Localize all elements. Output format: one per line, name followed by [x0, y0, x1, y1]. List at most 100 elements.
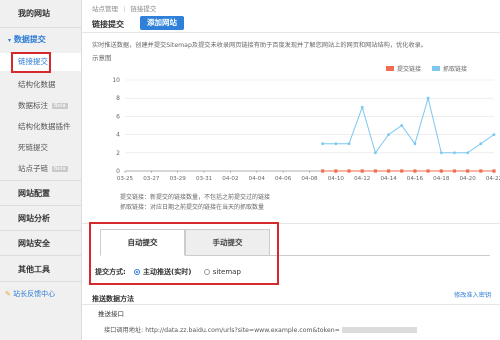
x-tick-label: 04-02 [222, 176, 238, 182]
x-tick-label: 04-12 [354, 176, 370, 182]
series-submitted-point [492, 169, 496, 173]
series-crawled-point [334, 142, 338, 146]
x-tick-label: 04-14 [380, 176, 397, 182]
legend-swatch-crawled [432, 66, 440, 71]
sidebar-item-site-config[interactable]: 网站配置 [0, 188, 81, 199]
series-submitted-point [466, 169, 470, 173]
y-tick-label: 8 [116, 95, 120, 102]
x-tick-label: 04-18 [433, 176, 450, 182]
series-crawled-point [387, 133, 390, 136]
tab-baseline [270, 255, 490, 256]
series-submitted-point [439, 169, 443, 173]
sidebar-item-site-analysis[interactable]: 网站分析 [0, 213, 81, 224]
x-tick-label: 04-20 [460, 176, 477, 182]
sidebar-label: 数据提交 [13, 35, 46, 44]
sidebar: 我的网站 ▾ 数据提交 链接提交 结构化数据 数据标注 Beta 结构化数据插件 … [0, 0, 82, 340]
x-tick-label: 03-27 [143, 176, 160, 182]
breadcrumb-separator: | [123, 5, 126, 13]
sidebar-item-other-tools[interactable]: 其他工具 [0, 264, 81, 275]
api-url-value[interactable]: http://data.zz.baidu.com/urls?site=www.e… [145, 327, 340, 334]
page-title: 链接提交 [92, 20, 124, 29]
sidebar-item-data-annotation[interactable]: 数据标注 Beta [0, 100, 81, 111]
highlight-box-sidebar [11, 52, 51, 73]
modify-key-link[interactable]: 修改准入密钥 [454, 290, 491, 299]
highlight-box-tabs [89, 222, 279, 285]
sidebar-item-data-submit[interactable]: ▾ 数据提交 [0, 34, 81, 45]
y-tick-label: 2 [116, 150, 120, 157]
series-crawled-point [466, 151, 470, 155]
legend-swatch-submitted [386, 66, 394, 71]
sidebar-item-dead-link[interactable]: 死链提交 [0, 142, 81, 153]
sidebar-divider [0, 205, 81, 206]
x-tick-label: 04-22 [486, 176, 500, 182]
sidebar-item-site-security[interactable]: 网站安全 [0, 238, 81, 249]
breadcrumb-current: 链接提交 [130, 5, 157, 13]
series-crawled-point [426, 96, 430, 100]
api-url-label: 接口调用地址: [104, 327, 144, 334]
sidebar-label: 站长反馈中心 [13, 290, 56, 298]
beta-badge: Beta [52, 166, 68, 172]
y-tick-label: 4 [116, 132, 120, 139]
series-submitted-point [360, 169, 364, 173]
series-submitted-point [452, 169, 457, 173]
sidebar-label: 数据标注 [18, 101, 48, 110]
redacted-token [341, 327, 417, 333]
y-tick-label: 6 [116, 113, 120, 120]
intro-text: 实时推送数据，创建并提交Sitemap及提交未收录网页链接有助于百度发现并了解您… [92, 42, 427, 49]
sidebar-item-structured-plugin[interactable]: 结构化数据插件 [0, 121, 81, 132]
sidebar-item-feedback[interactable]: ✎ 站长反馈中心 [0, 289, 81, 299]
header-divider [82, 32, 500, 33]
sidebar-item-my-site[interactable]: 我的网站 [0, 8, 81, 19]
sidebar-item-structured-data[interactable]: 结构化数据 [0, 79, 81, 90]
series-crawled-point [413, 142, 417, 146]
caret-down-icon: ▾ [8, 37, 12, 44]
legend-label-crawled: 抓取链接 [443, 65, 467, 73]
x-tick-label: 04-08 [301, 176, 318, 182]
series-submitted-point [347, 169, 351, 173]
series-crawled-point [360, 105, 364, 109]
series-submitted-point [400, 169, 404, 173]
series-crawled-point [453, 151, 456, 155]
series-crawled-point [492, 133, 496, 136]
sidebar-divider [0, 230, 81, 231]
x-tick-label: 04-04 [249, 176, 266, 182]
series-submitted-point [373, 169, 377, 173]
x-tick-label: 04-06 [275, 176, 292, 182]
series-submitted-point [479, 169, 483, 173]
x-tick-label: 03-31 [196, 176, 213, 182]
chart-svg: 提交链接 抓取链接 0 2 4 6 8 10 03-25 03-27 03-29 03-31 04-… [112, 65, 500, 182]
plot-area: 0 2 4 6 8 10 03-25 03-27 03-29 03-31 04-02 04-04 04-… [112, 77, 500, 182]
main-content: 站点管理 | 链接提交 链接提交 添加网站 实时推送数据，创建并提交Sitema… [82, 0, 500, 340]
series-crawled-point [321, 142, 325, 146]
breadcrumb: 站点管理 | 链接提交 [92, 3, 156, 13]
sidebar-divider [0, 255, 81, 256]
sidebar-divider [0, 180, 81, 181]
push-divider [82, 304, 500, 305]
breadcrumb-root[interactable]: 站点管理 [92, 5, 118, 13]
note-submitted: 提交链接：新提交的链接数量，不包括之前提交过的链接 [120, 194, 271, 201]
pencil-icon: ✎ [5, 290, 11, 298]
note-crawled: 抓取链接：对应日期之前提交的链接在当天的抓取数量 [120, 204, 265, 211]
add-site-button[interactable]: 添加网站 [140, 16, 184, 30]
x-tick-label: 04-16 [407, 176, 424, 182]
push-method-title: 推送数据方法 [92, 295, 134, 303]
api-url-row: 接口调用地址: http://data.zz.baidu.com/urls?si… [104, 325, 417, 334]
series-crawled-point [400, 124, 404, 127]
series-crawled-point [347, 142, 351, 146]
series-crawled-point [479, 142, 483, 146]
series-submitted-point [321, 169, 325, 173]
beta-badge: Beta [52, 103, 68, 109]
x-tick-label: 03-29 [170, 176, 187, 182]
series-submitted-point [426, 169, 430, 173]
series-submitted-point [413, 169, 417, 173]
sidebar-divider [0, 27, 81, 28]
sidebar-divider [0, 281, 81, 282]
series-submitted-point [386, 169, 391, 173]
sidebar-item-sitelinks[interactable]: 站点子链 Beta [0, 163, 81, 174]
y-tick-label: 0 [116, 168, 120, 175]
x-tick-label: 03-25 [117, 176, 134, 182]
sidebar-label: 站点子链 [18, 164, 48, 173]
series-crawled-point [439, 151, 443, 155]
series-submitted-point [334, 169, 338, 173]
x-tick-label: 04-10 [328, 176, 345, 182]
